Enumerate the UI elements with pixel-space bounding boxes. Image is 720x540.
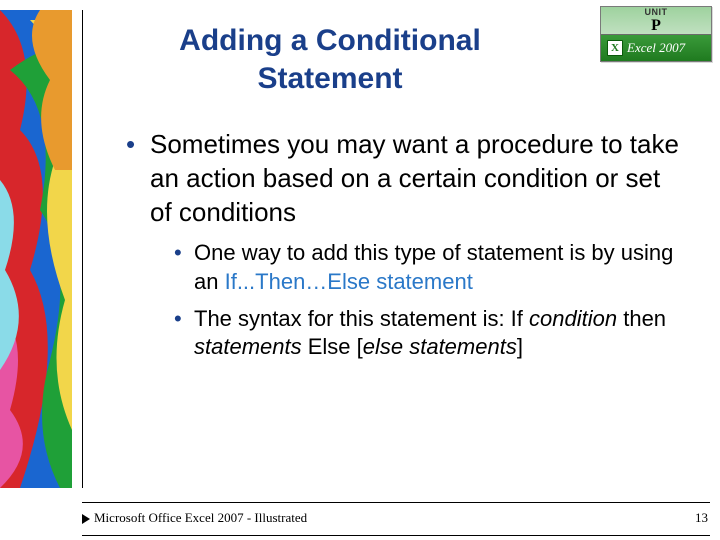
text-mid1: then [617, 306, 666, 331]
text-italic-condition: condition [529, 306, 617, 331]
bullet-level1: Sometimes you may want a procedure to ta… [150, 128, 680, 229]
text-italic-else: else statements [363, 334, 517, 359]
vertical-divider [82, 10, 83, 488]
footer-text: Microsoft Office Excel 2007 - Illustrate… [94, 510, 307, 526]
unit-letter: P [651, 18, 661, 34]
footer-top-line [82, 502, 710, 503]
text-highlight: If...Then…Else statement [225, 269, 473, 294]
text-pre: The syntax for this statement is: If [194, 306, 529, 331]
text-mid2: Else [ [302, 334, 363, 359]
slide-title: Adding a Conditional Statement [110, 22, 550, 97]
badge-bottom: X Excel 2007 [601, 35, 711, 61]
bullet-level2-b: The syntax for this statement is: If con… [194, 305, 680, 362]
unit-label: UNIT [645, 7, 668, 17]
footer-bottom-line [82, 535, 710, 536]
badge-top: UNIT P [601, 7, 711, 35]
footer: Microsoft Office Excel 2007 - Illustrate… [0, 502, 720, 540]
decorative-art-strip [0, 10, 72, 488]
page-number: 13 [695, 510, 708, 526]
text-post: ] [517, 334, 523, 359]
bullet-level2-a: One way to add this type of statement is… [194, 239, 680, 296]
excel-icon: X [607, 40, 623, 56]
text-italic-statements: statements [194, 334, 302, 359]
product-name: Excel 2007 [627, 40, 685, 56]
play-icon [82, 514, 90, 524]
unit-badge: UNIT P X Excel 2007 [600, 6, 712, 62]
slide: Adding a Conditional Statement UNIT P X … [0, 0, 720, 540]
content-area: Sometimes you may want a procedure to ta… [120, 128, 680, 370]
